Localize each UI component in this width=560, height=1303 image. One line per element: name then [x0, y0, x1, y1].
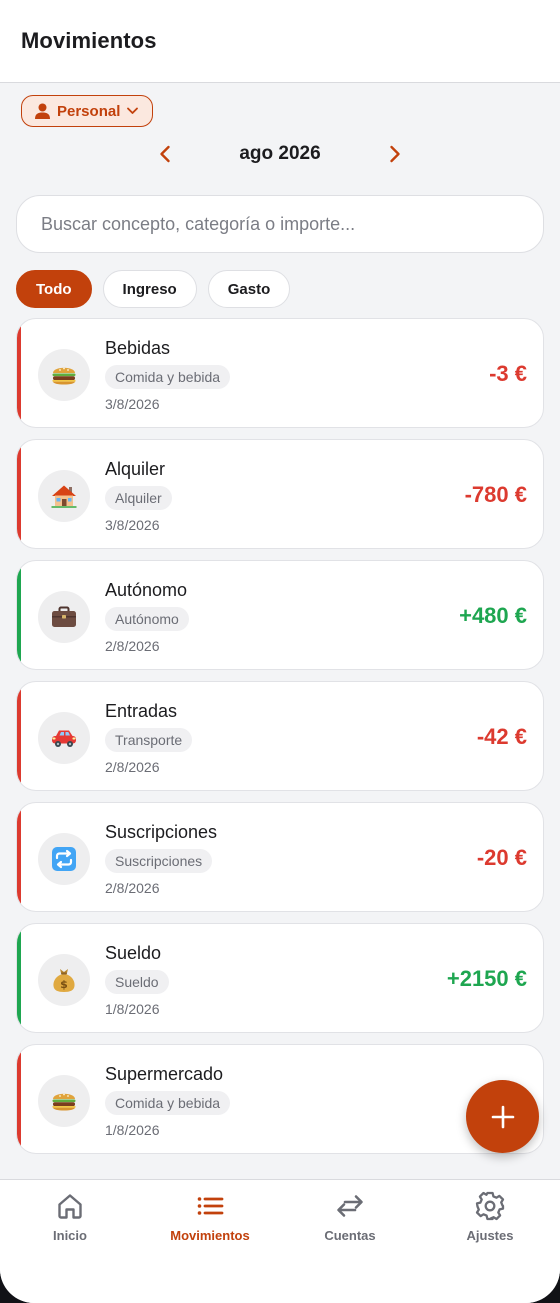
- type-indicator: [17, 1045, 21, 1153]
- category-icon-circle: $: [38, 954, 90, 1006]
- filter-income[interactable]: Ingreso: [102, 270, 197, 308]
- transaction-title: Suscripciones: [105, 822, 218, 842]
- chevron-right-icon: [390, 145, 400, 163]
- home-icon: [58, 1194, 82, 1219]
- transaction-card[interactable]: Supermercado Comida y bebida 1/8/2026 -: [16, 1044, 544, 1154]
- month-label: ago 2026: [239, 143, 321, 164]
- transaction-date: 2/8/2026: [105, 759, 160, 775]
- category-icon-circle: [38, 1075, 90, 1127]
- chevron-left-icon: [160, 145, 170, 163]
- gear-icon: [475, 1191, 505, 1221]
- category-tag: Comida y bebida: [105, 1091, 231, 1115]
- chevron-down-icon: [127, 107, 139, 114]
- previous-month-button[interactable]: [150, 139, 180, 169]
- burger-icon: [52, 367, 76, 385]
- transaction-date: 3/8/2026: [105, 396, 160, 412]
- transaction-date: 1/8/2026: [105, 1122, 160, 1138]
- type-indicator: [17, 440, 21, 548]
- account-name: Personal: [57, 102, 121, 120]
- category-tag: Suscripciones: [105, 849, 213, 873]
- transfer-icon: [337, 1195, 363, 1217]
- transaction-amount: +2150 €: [446, 966, 527, 991]
- plus-icon: [491, 1105, 514, 1128]
- account-selector[interactable]: Personal: [21, 95, 154, 127]
- transaction-card[interactable]: Autónomo Autónomo 2/8/2026 +480 €: [16, 560, 544, 670]
- category-tag: Comida y bebida: [105, 365, 231, 389]
- nav-label: Cuentas: [324, 1228, 376, 1243]
- transaction-amount: +480 €: [459, 603, 527, 628]
- bottom-navigation: Inicio Movimientos Cuentas Ajustes: [0, 1179, 560, 1303]
- nav-label: Ajustes: [466, 1228, 514, 1243]
- house-icon: [51, 485, 77, 508]
- type-indicator: [17, 561, 21, 669]
- phone-screen: Movimientos Personal ago 2026 Todo Ingre…: [0, 0, 560, 1303]
- transaction-date: 2/8/2026: [105, 880, 160, 896]
- transaction-title: Sueldo: [105, 943, 162, 963]
- transaction-title: Bebidas: [105, 338, 171, 358]
- filter-expense[interactable]: Gasto: [207, 270, 291, 308]
- category-tag: Autónomo: [105, 607, 189, 631]
- transaction-card[interactable]: Bebidas Comida y bebida 3/8/2026 -3 €: [16, 318, 544, 428]
- transaction-amount: -42 €: [476, 724, 527, 749]
- category-icon-circle: [38, 349, 90, 401]
- money-bag-icon: $: [53, 969, 75, 992]
- nav-item-ajustes[interactable]: Ajustes: [420, 1180, 560, 1303]
- category-tag: Transporte: [105, 728, 193, 752]
- transaction-card[interactable]: Alquiler Alquiler 3/8/2026 -780 €: [16, 439, 544, 549]
- search-input[interactable]: [41, 213, 543, 235]
- category-tag: Alquiler: [105, 486, 172, 510]
- category-icon-circle: [38, 833, 90, 885]
- category-tag: Sueldo: [105, 970, 169, 994]
- transaction-list: Bebidas Comida y bebida 3/8/2026 -3 € Al…: [16, 318, 544, 1165]
- next-month-button[interactable]: [380, 139, 410, 169]
- transaction-amount: -780 €: [464, 482, 527, 507]
- transaction-date: 1/8/2026: [105, 1001, 160, 1017]
- svg-text:$: $: [60, 978, 68, 991]
- type-indicator: [17, 682, 21, 790]
- transaction-amount: -20 €: [476, 845, 527, 870]
- transaction-title: Entradas: [105, 701, 178, 721]
- type-indicator: [17, 319, 21, 427]
- transaction-card[interactable]: Entradas Transporte 2/8/2026 -42 €: [16, 681, 544, 791]
- type-indicator: [17, 803, 21, 911]
- transaction-title: Supermercado: [105, 1064, 224, 1084]
- add-transaction-button[interactable]: [466, 1080, 539, 1153]
- transaction-card[interactable]: $ Sueldo Sueldo 1/8/2026 +2150 €: [16, 923, 544, 1033]
- briefcase-icon: [52, 606, 76, 627]
- nav-item-inicio[interactable]: Inicio: [0, 1180, 140, 1303]
- nav-item-cuentas[interactable]: Cuentas: [280, 1180, 420, 1303]
- month-navigator: ago 2026: [150, 138, 410, 170]
- transaction-title: Alquiler: [105, 459, 166, 479]
- nav-label: Inicio: [53, 1228, 87, 1243]
- search-box: [16, 195, 544, 253]
- page-title: Movimientos: [21, 28, 157, 53]
- list-icon: [197, 1197, 224, 1215]
- type-filters: Todo Ingreso Gasto: [16, 270, 291, 308]
- category-icon-circle: [38, 712, 90, 764]
- transaction-title: Autónomo: [105, 580, 188, 600]
- filter-all[interactable]: Todo: [16, 270, 92, 308]
- transaction-date: 3/8/2026: [105, 517, 160, 533]
- nav-item-movimientos[interactable]: Movimientos: [140, 1180, 280, 1303]
- type-indicator: [17, 924, 21, 1032]
- burger-icon: [52, 1093, 76, 1111]
- transaction-date: 2/8/2026: [105, 638, 160, 654]
- app-bar: Movimientos: [0, 0, 560, 83]
- car-icon: [52, 730, 76, 747]
- nav-label: Movimientos: [170, 1228, 250, 1243]
- user-icon: [35, 103, 50, 119]
- repeat-icon: [52, 847, 76, 871]
- category-icon-circle: [38, 470, 90, 522]
- category-icon-circle: [38, 591, 90, 643]
- transaction-amount: -3 €: [489, 361, 527, 386]
- transaction-card[interactable]: Suscripciones Suscripciones 2/8/2026 -20…: [16, 802, 544, 912]
